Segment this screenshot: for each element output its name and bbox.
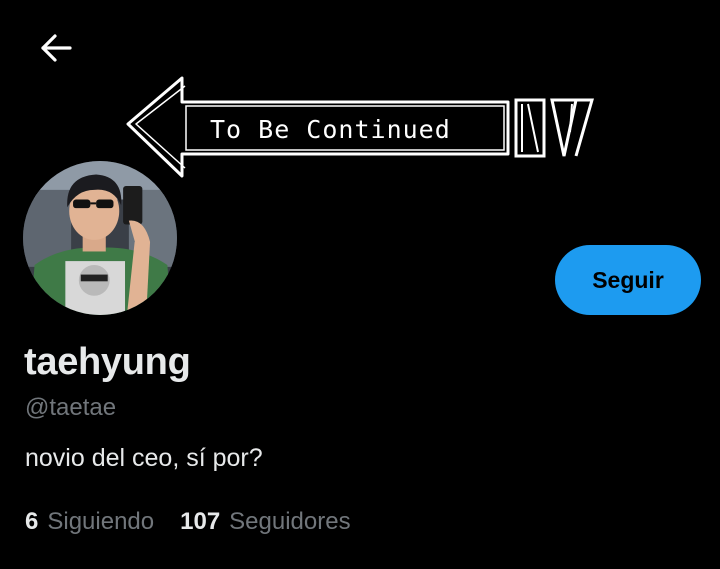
followers-label: Seguidores: [229, 508, 351, 535]
profile-bio: novio del ceo, sí por?: [25, 444, 263, 472]
avatar[interactable]: [20, 158, 180, 318]
display-name: taehyung: [24, 341, 191, 383]
to-be-continued-banner-art: To Be Continued: [126, 76, 594, 178]
following-count: 6: [25, 508, 39, 535]
follow-stats: 6 Siguiendo 107 Seguidores: [25, 508, 377, 536]
profile-page: To Be Continued Seguir taehyung @taetae …: [0, 0, 720, 569]
follow-button[interactable]: Seguir: [555, 245, 701, 315]
following-link[interactable]: 6 Siguiendo: [25, 508, 154, 536]
banner-text: To Be Continued: [210, 115, 451, 144]
arrow-left-icon: [41, 34, 72, 62]
following-label: Siguiendo: [47, 508, 155, 535]
profile-photo: [23, 161, 177, 315]
user-handle: @taetae: [25, 394, 117, 421]
followers-link[interactable]: 107 Seguidores: [180, 508, 350, 536]
followers-count: 107: [180, 508, 221, 535]
back-button[interactable]: [28, 24, 84, 72]
